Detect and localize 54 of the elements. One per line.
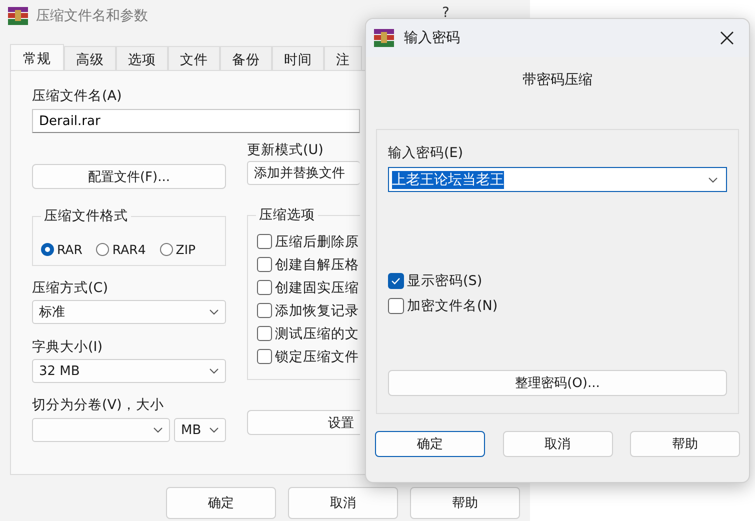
field-label: 压缩方式(C) xyxy=(32,279,109,297)
option-checkbox[interactable]: 添加恢复记录 xyxy=(257,299,360,322)
books-icon xyxy=(374,29,394,47)
group-title: 压缩文件格式 xyxy=(41,207,131,225)
dictionary-dropdown[interactable]: 32 MB xyxy=(32,359,226,383)
tab[interactable]: 时间 xyxy=(272,46,324,72)
archive-name-field[interactable]: Derail.rar xyxy=(32,109,360,133)
close-icon xyxy=(720,31,734,45)
tab[interactable]: 备份 xyxy=(220,46,272,72)
checkbox[interactable]: 显示密码(S) xyxy=(388,268,727,293)
tab[interactable]: 高级 xyxy=(64,46,116,72)
organize-passwords-button[interactable]: 整理密码(O)... xyxy=(388,370,727,396)
caret-icon xyxy=(209,368,219,374)
dialog-button[interactable]: 确定 xyxy=(375,431,485,457)
format-radio[interactable]: RAR xyxy=(41,233,82,265)
dialog-subtitle: 带密码压缩 xyxy=(522,71,592,89)
set-password-button[interactable]: 设置 xyxy=(247,410,360,435)
dialog-button[interactable]: 帮助 xyxy=(410,487,520,519)
field-label: 更新模式(U) xyxy=(247,141,324,159)
books-icon xyxy=(8,7,28,25)
method-dropdown[interactable]: 标准 xyxy=(32,300,226,324)
checkbox[interactable]: 加密文件名(N) xyxy=(388,293,727,318)
format-radio[interactable]: ZIP xyxy=(160,233,196,265)
dialog-button[interactable]: 取消 xyxy=(502,431,612,457)
option-checkbox[interactable]: 锁定压缩文件 xyxy=(257,345,360,368)
profiles-button[interactable]: 配置文件(F)... xyxy=(32,164,226,189)
update-mode-dropdown[interactable]: 添加并替换文件 xyxy=(247,161,360,185)
tab[interactable]: 文件 xyxy=(168,46,220,72)
window-title: 输入密码 xyxy=(404,29,461,47)
help-button[interactable]: ? xyxy=(436,4,456,22)
field-label: 压缩文件名(A) xyxy=(32,87,123,105)
caret-icon xyxy=(708,176,718,182)
dialog-button[interactable]: 确定 xyxy=(166,487,276,519)
caret-icon xyxy=(209,309,219,315)
field-label: 输入密码(E) xyxy=(388,144,464,162)
unit-dropdown[interactable]: MB xyxy=(174,418,226,442)
password-field[interactable]: 上老王论坛当老王 xyxy=(388,167,727,192)
group-title: 压缩选项 xyxy=(256,206,318,224)
tab[interactable]: 常规 xyxy=(10,44,64,72)
caret-icon xyxy=(209,427,219,433)
tab[interactable]: 选项 xyxy=(116,46,168,72)
field-label: 切分为分卷(V)，大小 xyxy=(32,396,165,414)
format-radio[interactable]: RAR4 xyxy=(96,233,146,265)
option-checkbox[interactable]: 创建自解压格 xyxy=(257,253,360,276)
option-checkbox[interactable]: 测试压缩的文 xyxy=(257,322,360,345)
dialog-button[interactable]: 取消 xyxy=(288,487,398,519)
option-checkbox[interactable]: 压缩后删除原 xyxy=(257,230,360,253)
option-checkbox[interactable]: 创建固实压缩 xyxy=(257,276,360,299)
tab[interactable]: 注 xyxy=(324,46,362,72)
check-icon xyxy=(392,277,400,284)
dialog-button[interactable]: 帮助 xyxy=(630,431,740,457)
window-title: 压缩文件名和参数 xyxy=(36,7,148,25)
caret-icon xyxy=(153,427,163,433)
field-label: 字典大小(I) xyxy=(32,338,104,356)
